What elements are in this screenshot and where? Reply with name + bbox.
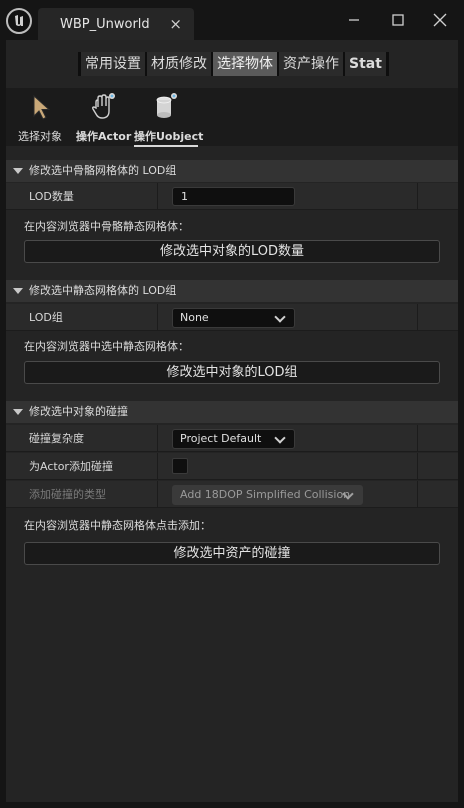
property-label: 碰撞复杂度 <box>29 432 84 445</box>
collision-hint-text: 在内容浏览器中静态网格体点击添加： <box>24 519 211 532</box>
collapse-arrow-icon <box>13 168 23 174</box>
document-tab[interactable]: WBP_Unworld × <box>38 8 194 40</box>
dropdown-value: Add 18DOP Simplified Collision <box>180 488 351 501</box>
main-panel: 常用设置 材质修改 选择物体 资产操作 Stat 选择对象 操作Actor 操作… <box>6 40 458 802</box>
tab-material-edit[interactable]: 材质修改 <box>147 52 211 76</box>
tab-common-settings[interactable]: 常用设置 <box>81 52 145 76</box>
column-divider <box>157 304 158 331</box>
property-label: 添加碰撞的类型 <box>29 488 106 501</box>
property-label: LOD数量 <box>29 190 74 203</box>
tab-title: WBP_Unworld <box>60 17 150 32</box>
close-icon <box>433 13 447 27</box>
column-divider <box>417 425 418 452</box>
section-title: 修改选中骨骼网格体的 LOD组 <box>29 164 177 177</box>
category-tabs: 常用设置 材质修改 选择物体 资产操作 Stat <box>78 52 389 76</box>
dropdown-value: Project Default <box>180 432 262 445</box>
modify-lod-count-button[interactable]: 修改选中对象的LOD数量 <box>24 240 440 263</box>
minimize-button[interactable] <box>342 10 366 30</box>
skeletal-hint-text: 在内容浏览器中骨骼静态网格体： <box>24 220 189 233</box>
add-collision-checkbox[interactable] <box>172 458 188 474</box>
column-divider <box>157 183 158 210</box>
column-divider <box>417 453 418 480</box>
mode-label: 选择对象 <box>18 130 62 143</box>
section-title: 修改选中对象的碰撞 <box>29 405 128 418</box>
maximize-button[interactable] <box>386 10 410 30</box>
column-divider <box>417 481 418 508</box>
cylinder-uobject-icon <box>156 93 177 118</box>
section-static-lod-header[interactable]: 修改选中静态网格体的 LOD组 <box>6 280 458 302</box>
tab-stat[interactable]: Stat <box>345 52 386 76</box>
property-label: 为Actor添加碰撞 <box>29 460 113 473</box>
mode-label: 操作Uobject <box>134 128 203 147</box>
collision-complexity-dropdown[interactable]: Project Default <box>172 429 295 449</box>
maximize-icon <box>392 14 404 26</box>
tab-asset-operations[interactable]: 资产操作 <box>279 52 343 76</box>
property-row-lod-count: LOD数量 1 <box>6 183 458 210</box>
static-hint-text: 在内容浏览器中选中静态网格体： <box>24 340 189 353</box>
column-divider <box>417 183 418 210</box>
modify-collision-button[interactable]: 修改选中资产的碰撞 <box>24 542 440 565</box>
section-title: 修改选中静态网格体的 LOD组 <box>29 284 177 297</box>
mode-bar: 选择对象 操作Actor 操作Uobject <box>6 88 458 147</box>
close-window-button[interactable] <box>428 10 452 30</box>
collapse-arrow-icon <box>13 409 23 415</box>
tab-close-icon[interactable]: × <box>169 15 182 33</box>
column-divider <box>157 481 158 508</box>
mode-select-object[interactable]: 选择对象 <box>16 92 64 144</box>
cursor-arrow-icon <box>33 94 51 120</box>
section-collision-header[interactable]: 修改选中对象的碰撞 <box>6 401 458 423</box>
mode-operate-actor[interactable]: 操作Actor <box>76 92 132 144</box>
mode-operate-uobject[interactable]: 操作Uobject <box>134 92 203 147</box>
lod-group-dropdown[interactable]: None <box>172 308 295 328</box>
dropdown-value: None <box>180 311 209 324</box>
hand-actor-icon <box>91 93 115 119</box>
modify-lod-group-button[interactable]: 修改选中对象的LOD组 <box>24 361 440 384</box>
chevron-down-icon <box>274 311 286 323</box>
column-divider <box>417 304 418 331</box>
column-divider <box>157 453 158 480</box>
section-skeletal-lod-header[interactable]: 修改选中骨骼网格体的 LOD组 <box>6 160 458 182</box>
lod-count-input[interactable]: 1 <box>172 187 295 206</box>
tab-select-objects[interactable]: 选择物体 <box>213 52 277 76</box>
property-row-collision-type: 添加碰撞的类型 Add 18DOP Simplified Collision <box>6 481 458 508</box>
property-row-add-collision: 为Actor添加碰撞 <box>6 453 458 480</box>
property-label: LOD组 <box>29 311 63 324</box>
collision-type-dropdown[interactable]: Add 18DOP Simplified Collision <box>172 485 363 505</box>
property-row-collision-complexity: 碰撞复杂度 Project Default <box>6 425 458 452</box>
title-bar: WBP_Unworld × <box>0 0 464 40</box>
chevron-down-icon <box>274 432 286 444</box>
minimize-icon <box>349 19 359 21</box>
mode-label: 操作Actor <box>76 130 132 143</box>
property-row-lod-group: LOD组 None <box>6 304 458 331</box>
column-divider <box>157 425 158 452</box>
collapse-arrow-icon <box>13 288 23 294</box>
unreal-logo-icon[interactable] <box>6 8 32 34</box>
